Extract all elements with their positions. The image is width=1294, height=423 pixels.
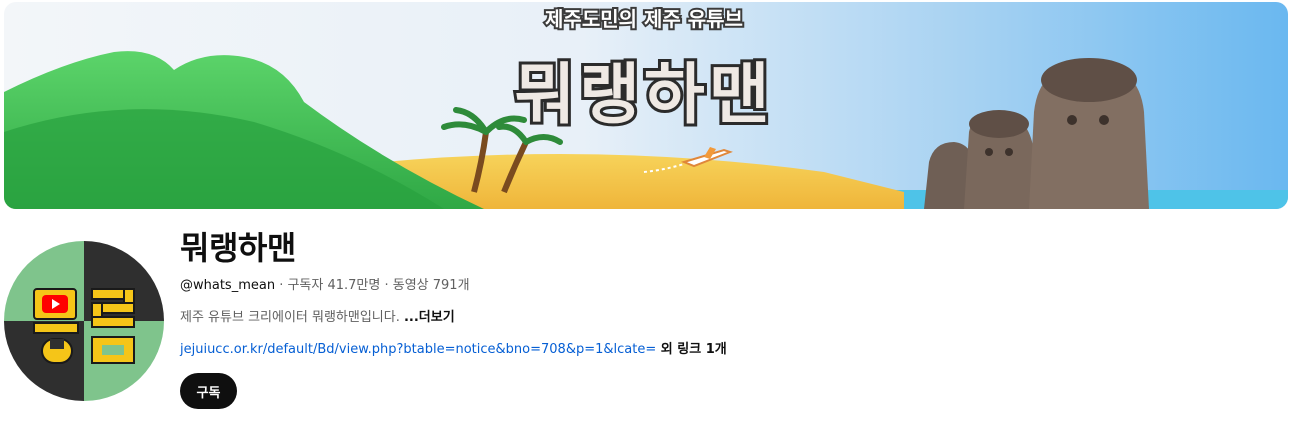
more-button[interactable]: ...더보기 [404, 310, 455, 325]
channel-handle: @whats_mean [180, 278, 276, 293]
more-links-button[interactable]: 외 링크 1개 [656, 342, 727, 357]
youtube-play-icon [42, 295, 68, 313]
channel-stats: · 구독자 41.7만명 · 동영상 791개 [275, 278, 470, 293]
banner-logo-text: 뭐랭하맨 [515, 56, 774, 133]
subscribe-button[interactable]: 구독 [180, 373, 237, 409]
channel-info: 뭐랭하맨 [180, 226, 296, 270]
channel-meta: @whats_mean · 구독자 41.7만명 · 동영상 791개 [180, 277, 470, 295]
description-text: 제주 유튜브 크리에이터 뭐랭하맨입니다. [180, 310, 404, 325]
banner-subtitle: 제주도민의 제주 유튜브 [545, 7, 743, 31]
avatar-art [4, 241, 164, 401]
channel-description[interactable]: 제주 유튜브 크리에이터 뭐랭하맨입니다. ...더보기 [180, 309, 455, 327]
channel-avatar[interactable] [4, 241, 164, 401]
channel-banner: 제주도민의 제주 유튜브 뭐랭하맨 [4, 2, 1288, 209]
channel-title: 뭐랭하맨 [180, 229, 296, 267]
banner-art: 제주도민의 제주 유튜브 뭐랭하맨 [4, 2, 1288, 209]
channel-links: jejuiucc.or.kr/default/Bd/view.php?btabl… [180, 341, 727, 359]
channel-link[interactable]: jejuiucc.or.kr/default/Bd/view.php?btabl… [180, 342, 656, 357]
